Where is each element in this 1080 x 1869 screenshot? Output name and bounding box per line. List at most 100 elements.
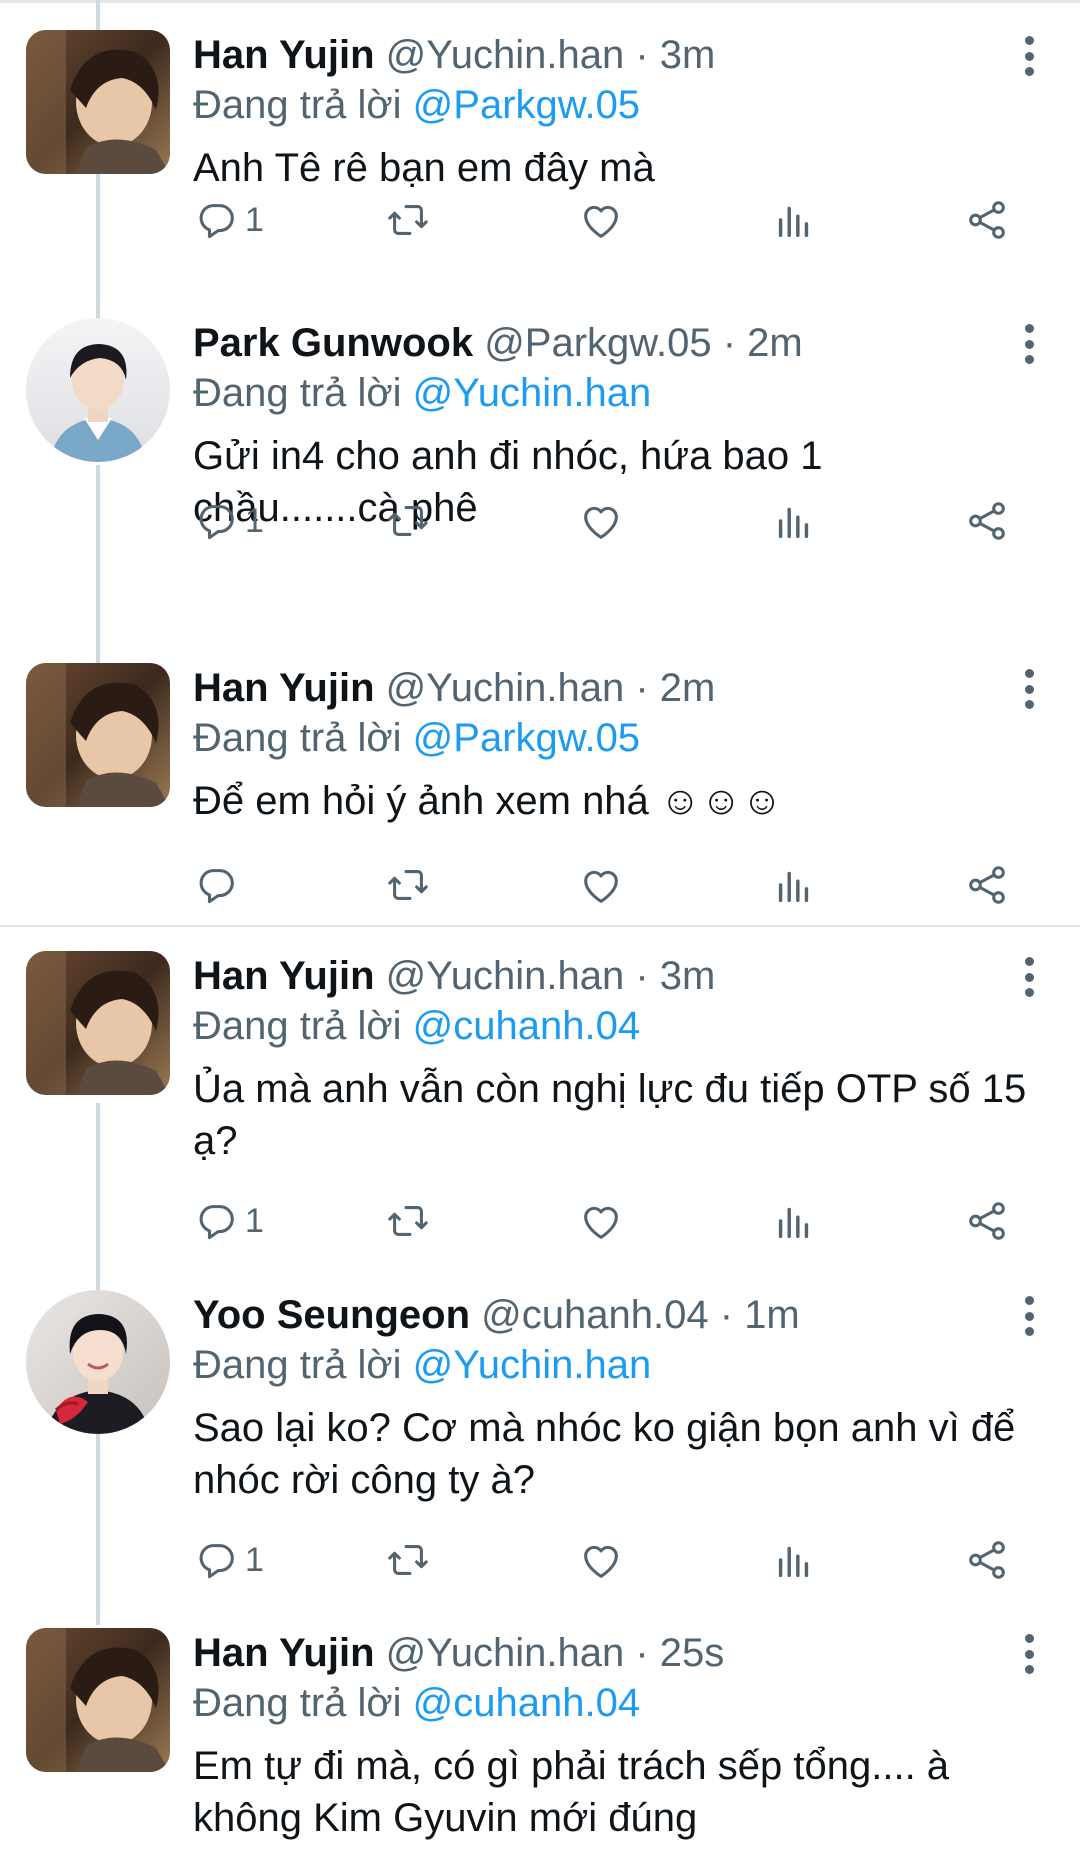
- display-name[interactable]: Park Gunwook: [193, 321, 473, 365]
- like-button[interactable]: [578, 494, 624, 548]
- replying-to: Đang trả lời @Yuchin.han: [193, 368, 651, 418]
- reply-icon: [199, 204, 234, 239]
- user-handle[interactable]: @Yuchin.han: [386, 666, 625, 710]
- more-vertical-icon[interactable]: [1022, 669, 1036, 709]
- retweet-icon: [388, 506, 428, 536]
- retweet-button[interactable]: [385, 858, 431, 912]
- heart-icon: [584, 870, 618, 903]
- like-button[interactable]: [578, 193, 624, 247]
- mention-link[interactable]: @Yuchin.han: [413, 1343, 652, 1387]
- reply-icon: [199, 1544, 234, 1579]
- retweet-button[interactable]: [385, 193, 431, 247]
- avatar-gunwook-image: [26, 318, 170, 462]
- mention-link[interactable]: @Parkgw.05: [413, 716, 640, 760]
- user-handle[interactable]: @cuhanh.04: [481, 1293, 708, 1337]
- thread-line: [96, 1433, 100, 1625]
- avatar[interactable]: [26, 951, 170, 1095]
- avatar-yujin-image: [26, 1628, 170, 1772]
- more-vertical-icon[interactable]: [1022, 1634, 1036, 1674]
- display-name[interactable]: Han Yujin: [193, 666, 375, 710]
- avatar[interactable]: [26, 1290, 170, 1434]
- reply-button[interactable]: 1: [193, 1533, 264, 1587]
- replying-to: Đang trả lời @Parkgw.05: [193, 713, 640, 763]
- avatar[interactable]: [26, 30, 170, 174]
- replying-prefix: Đang trả lời: [193, 716, 402, 760]
- timestamp[interactable]: 2m: [747, 321, 803, 365]
- reply-button[interactable]: 1: [193, 494, 264, 548]
- heart-icon: [584, 506, 618, 539]
- share-icon: [969, 1202, 1005, 1240]
- share-button[interactable]: [964, 1533, 1010, 1587]
- thread-line: [96, 465, 100, 665]
- reply-button[interactable]: [193, 858, 245, 912]
- user-handle[interactable]: @Yuchin.han: [386, 1631, 625, 1675]
- action-bar: 1: [193, 494, 1033, 548]
- reply-button[interactable]: 1: [193, 1194, 264, 1248]
- heart-icon: [584, 1545, 618, 1578]
- thread-line: [96, 1103, 100, 1293]
- user-handle[interactable]: @Yuchin.han: [386, 33, 625, 77]
- mention-link[interactable]: @cuhanh.04: [413, 1681, 640, 1725]
- retweet-button[interactable]: [385, 1194, 431, 1248]
- views-button[interactable]: [771, 193, 817, 247]
- timestamp[interactable]: 2m: [660, 666, 716, 710]
- replying-to: Đang trả lời @cuhanh.04: [193, 1678, 640, 1728]
- views-icon: [778, 871, 809, 903]
- views-button[interactable]: [771, 858, 817, 912]
- views-icon: [778, 1207, 809, 1239]
- mention-link[interactable]: @cuhanh.04: [413, 1004, 640, 1048]
- replying-to: Đang trả lời @Parkgw.05: [193, 80, 640, 130]
- user-handle[interactable]: @Parkgw.05: [484, 321, 711, 365]
- share-icon: [969, 1541, 1005, 1579]
- separator: ·: [635, 33, 649, 77]
- user-handle[interactable]: @Yuchin.han: [386, 954, 625, 998]
- mention-link[interactable]: @Yuchin.han: [413, 371, 652, 415]
- avatar[interactable]: [26, 1628, 170, 1772]
- more-vertical-icon[interactable]: [1022, 324, 1036, 364]
- reply-icon: [199, 1205, 234, 1240]
- replying-to: Đang trả lời @cuhanh.04: [193, 1001, 640, 1051]
- replying-prefix: Đang trả lời: [193, 83, 402, 127]
- retweet-icon: [388, 1545, 428, 1575]
- display-name[interactable]: Han Yujin: [193, 33, 375, 77]
- share-button[interactable]: [964, 494, 1010, 548]
- replying-to: Đang trả lời @Yuchin.han: [193, 1340, 651, 1390]
- tweet-text: Ủa mà anh vẫn còn nghị lực đu tiếp OTP s…: [193, 1067, 1027, 1163]
- mention-link[interactable]: @Parkgw.05: [413, 83, 640, 127]
- avatar[interactable]: [26, 663, 170, 807]
- timestamp[interactable]: 3m: [660, 33, 716, 77]
- share-button[interactable]: [964, 1194, 1010, 1248]
- views-button[interactable]: [771, 1533, 817, 1587]
- timestamp[interactable]: 1m: [744, 1293, 800, 1337]
- tweet-header: Han Yujin @Yuchin.han · 3m: [193, 951, 715, 1001]
- retweet-button[interactable]: [385, 494, 431, 548]
- separator: ·: [719, 1293, 734, 1337]
- like-button[interactable]: [578, 858, 624, 912]
- more-vertical-icon[interactable]: [1022, 1296, 1036, 1336]
- display-name[interactable]: Han Yujin: [193, 954, 375, 998]
- more-vertical-icon[interactable]: [1022, 36, 1036, 76]
- separator: ·: [635, 666, 649, 710]
- replying-prefix: Đang trả lời: [193, 1343, 402, 1387]
- views-icon: [778, 1546, 809, 1578]
- reply-icon: [199, 505, 234, 540]
- top-divider: [0, 0, 1080, 3]
- views-button[interactable]: [771, 1194, 817, 1248]
- views-button[interactable]: [771, 494, 817, 548]
- like-button[interactable]: [578, 1533, 624, 1587]
- timestamp[interactable]: 25s: [660, 1631, 725, 1675]
- retweet-button[interactable]: [385, 1533, 431, 1587]
- display-name[interactable]: Yoo Seungeon: [193, 1293, 470, 1337]
- like-button[interactable]: [578, 1194, 624, 1248]
- reply-button[interactable]: 1: [193, 193, 264, 247]
- more-vertical-icon[interactable]: [1022, 957, 1036, 997]
- avatar[interactable]: [26, 318, 170, 462]
- timestamp[interactable]: 3m: [660, 954, 716, 998]
- display-name[interactable]: Han Yujin: [193, 1631, 375, 1675]
- heart-icon: [584, 205, 618, 238]
- share-button[interactable]: [964, 193, 1010, 247]
- share-button[interactable]: [964, 858, 1010, 912]
- action-bar: 1: [193, 1194, 1033, 1248]
- reply-count: 1: [245, 1201, 264, 1240]
- tweet-header: Han Yujin @Yuchin.han · 3m: [193, 30, 715, 80]
